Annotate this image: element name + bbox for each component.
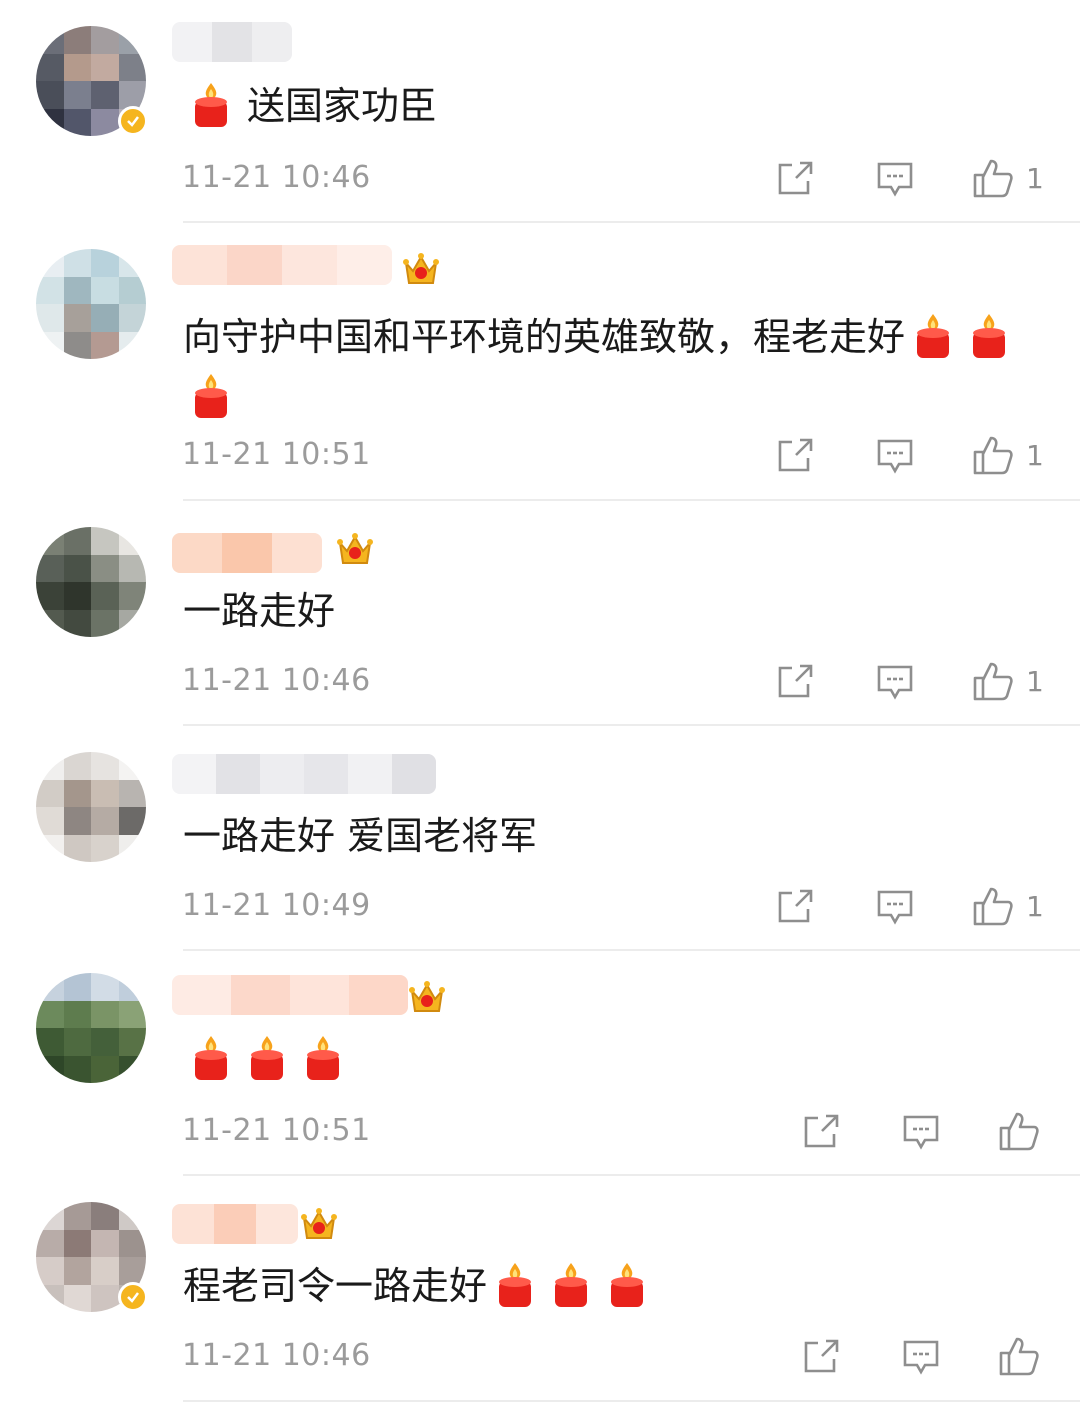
comment-item: 程老司令一路走好 11-21 10:46 [0, 1176, 1080, 1408]
timestamp: 11-21 10:46 [182, 160, 371, 195]
comment-item: 向守护中国和平环境的英雄致敬，程老走好 11-21 10:51 1 [0, 223, 1080, 501]
comment-content: 一路走好 爱国老将军 [183, 808, 1053, 864]
username-blurred[interactable] [172, 533, 322, 573]
candle-emoji-icon [973, 314, 1006, 358]
thumbs-up-icon [973, 662, 1013, 701]
vip-crown-icon [301, 1208, 337, 1239]
vip-crown-icon [337, 533, 373, 564]
verified-badge-icon [118, 106, 148, 136]
comment-text: 一路走好 [183, 589, 336, 633]
candle-emoji-icon [555, 1263, 588, 1307]
username-blurred[interactable] [172, 754, 436, 794]
comment-icon [877, 162, 913, 197]
vip-crown-icon [409, 981, 445, 1012]
comment-item: 一路走好 爱国老将军 11-21 10:49 1 [0, 726, 1080, 951]
comment-button[interactable] [876, 160, 914, 198]
comment-button[interactable] [876, 888, 914, 926]
thumbs-up-icon [973, 159, 1013, 198]
share-button[interactable] [776, 663, 814, 699]
comment-icon [903, 1115, 939, 1150]
comment-content: 程老司令一路走好 [183, 1258, 1053, 1314]
like-button[interactable]: 1 [972, 886, 1044, 926]
avatar[interactable] [36, 752, 146, 862]
timestamp: 11-21 10:51 [182, 1113, 371, 1148]
username-blurred[interactable] [172, 22, 292, 62]
comment-button[interactable] [902, 1338, 940, 1376]
comment-icon [877, 439, 913, 474]
candle-emoji-icon [195, 1036, 227, 1080]
timestamp: 11-21 10:46 [182, 1338, 371, 1373]
verified-badge-icon [118, 1282, 148, 1312]
like-button[interactable] [998, 1111, 1052, 1151]
thumbs-up-icon [973, 436, 1013, 475]
candle-emoji-icon [917, 314, 950, 358]
share-icon [778, 161, 813, 195]
like-count: 1 [1026, 161, 1044, 195]
comment-icon [877, 665, 913, 700]
comment-content [183, 1031, 1053, 1087]
like-button[interactable]: 1 [972, 435, 1044, 475]
comment-icon [903, 1340, 939, 1375]
comment-item: 11-21 10:51 [0, 951, 1080, 1176]
share-icon [778, 664, 813, 698]
timestamp: 11-21 10:49 [182, 888, 371, 923]
avatar[interactable] [36, 527, 146, 637]
candle-emoji-icon [611, 1263, 644, 1307]
share-icon [804, 1339, 839, 1373]
like-count: 1 [1026, 664, 1044, 698]
username-blurred[interactable] [172, 245, 392, 285]
comment-content: 一路走好 [183, 583, 1053, 639]
comment-text: 程老司令一路走好 [183, 1264, 488, 1308]
comment-button[interactable] [876, 663, 914, 701]
like-count: 1 [1026, 438, 1044, 472]
candle-emoji-icon [195, 83, 227, 127]
candle-emoji-icon [307, 1036, 339, 1080]
share-button[interactable] [776, 437, 814, 473]
avatar[interactable] [36, 973, 146, 1083]
share-button[interactable] [776, 888, 814, 924]
comment-text: 一路走好 爱国老将军 [183, 814, 538, 858]
comment-content: 向守护中国和平环境的英雄致敬，程老走好 [183, 307, 1053, 427]
comment-item: 一路走好 11-21 10:46 1 [0, 501, 1080, 726]
candle-emoji-icon [251, 1036, 283, 1080]
candle-emoji-icon [195, 374, 227, 418]
username-blurred[interactable] [172, 1204, 298, 1244]
share-icon [804, 1114, 839, 1148]
comment-button[interactable] [902, 1113, 940, 1151]
share-button[interactable] [776, 160, 814, 196]
vip-crown-icon [403, 253, 439, 284]
like-button[interactable]: 1 [972, 661, 1044, 701]
share-button[interactable] [802, 1338, 840, 1374]
thumbs-up-icon [973, 887, 1013, 926]
like-count: 1 [1026, 889, 1044, 923]
comment-button[interactable] [876, 437, 914, 475]
timestamp: 11-21 10:51 [182, 437, 371, 472]
comment-text: 向守护中国和平环境的英雄致敬，程老走好 [183, 315, 906, 359]
like-button[interactable] [998, 1336, 1052, 1376]
share-icon [778, 438, 813, 472]
share-icon [778, 889, 813, 923]
timestamp: 11-21 10:46 [182, 663, 371, 698]
thumbs-up-icon [999, 1112, 1039, 1151]
username-blurred[interactable] [172, 975, 408, 1015]
candle-emoji-icon [499, 1263, 532, 1307]
comment-icon [877, 890, 913, 925]
comment-item: 送国家功臣 11-21 10:46 1 [0, 0, 1080, 223]
thumbs-up-icon [999, 1337, 1039, 1376]
comment-content: 送国家功臣 [183, 78, 1053, 134]
share-button[interactable] [802, 1113, 840, 1149]
comment-text: 送国家功臣 [247, 84, 438, 128]
like-button[interactable]: 1 [972, 158, 1044, 198]
divider [183, 1400, 1080, 1402]
avatar[interactable] [36, 249, 146, 359]
comment-list: 送国家功臣 11-21 10:46 1 向守护中国和平环境的英雄致敬，程老走好 [0, 0, 1080, 1408]
